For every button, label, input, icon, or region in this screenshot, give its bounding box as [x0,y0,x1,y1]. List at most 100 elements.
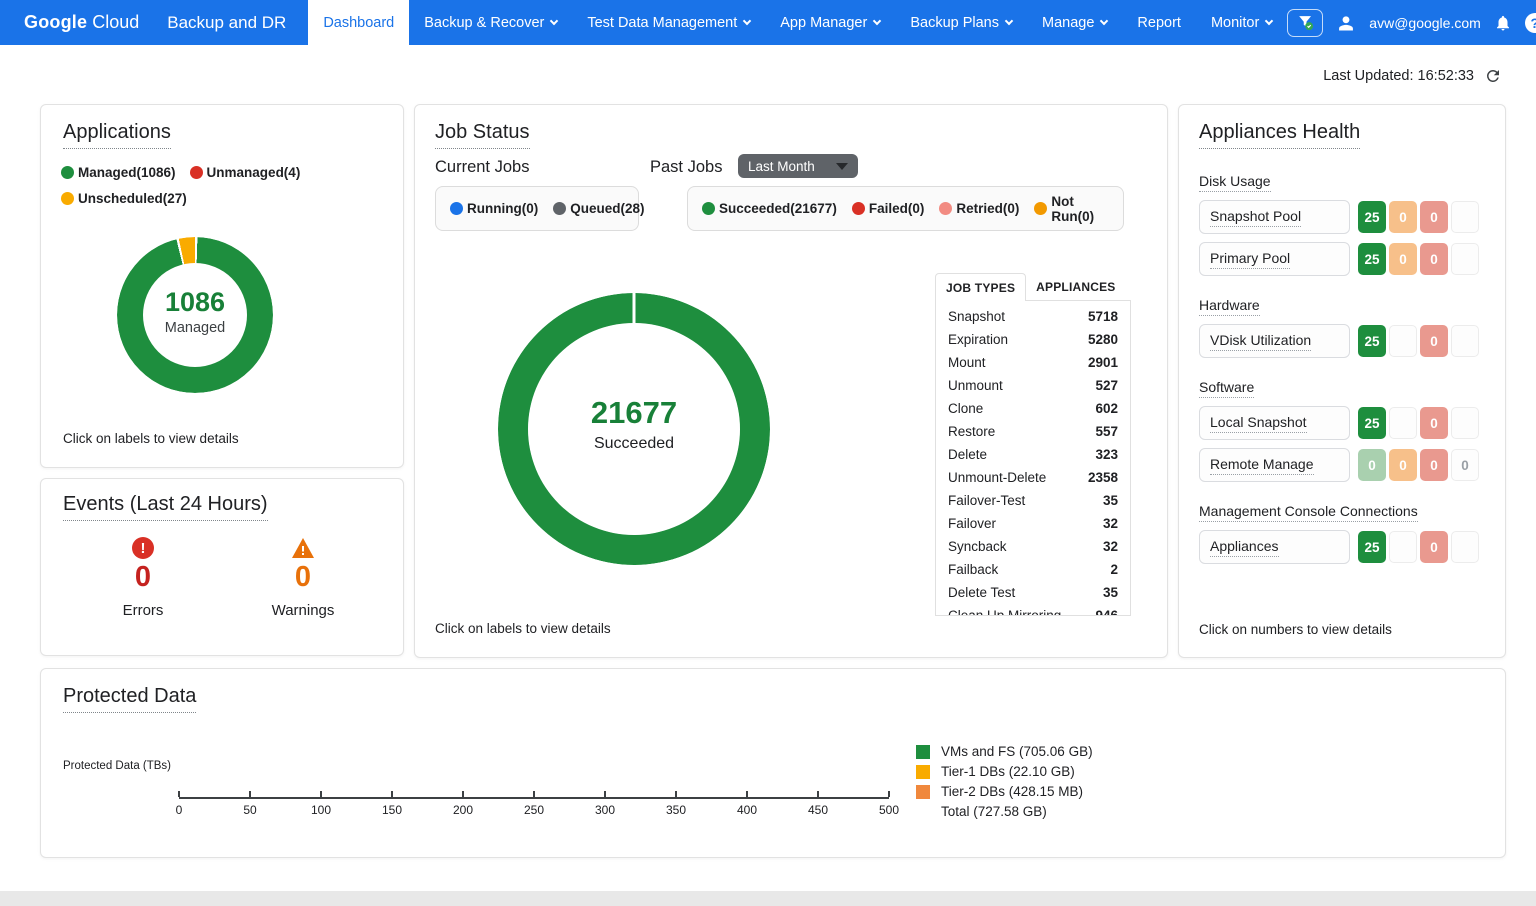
protected-data-x-axis: 0 50 100 150 200 250 300 350 400 450 500 [176,791,899,825]
health-badge[interactable]: 0 [1420,407,1448,439]
nav-item-dashboard[interactable]: Dashboard [308,0,410,45]
nav-item-manage[interactable]: Manage [1027,0,1122,45]
health-metric-name[interactable]: Snapshot Pool [1199,200,1350,234]
chevron-down-icon [873,16,882,25]
table-row[interactable]: Restore 557 [936,420,1130,443]
legend-item-vms-and-fs[interactable]: VMs and FS (705.06 GB) [916,744,1093,759]
health-badge[interactable] [1451,407,1479,439]
health-badge[interactable] [1451,243,1479,275]
succeeded-count: 21677 [590,395,678,430]
job-type-count: 2358 [1087,469,1118,485]
tick-mark [320,791,322,797]
nav-item-report[interactable]: Report [1122,0,1196,45]
health-badge[interactable] [1389,407,1417,439]
legend-label: Running(0) [467,201,539,216]
legend-item-tier2-dbs[interactable]: Tier-2 DBs (428.15 MB) [916,784,1093,799]
job-status-title: Job Status [435,121,530,149]
tier2-dbs-swatch-icon [916,784,930,799]
health-badge[interactable]: 0 [1451,449,1479,481]
legend-label: Tier-1 DBs (22.10 GB) [941,764,1075,779]
tab-job-types[interactable]: JOB TYPES [935,273,1027,301]
health-metric-name[interactable]: Primary Pool [1199,242,1350,276]
table-row[interactable]: Failback 2 [936,558,1130,581]
chevron-down-icon [1004,16,1014,25]
table-row[interactable]: Mount 2901 [936,351,1130,374]
health-badge[interactable] [1451,531,1479,563]
legend-item-failed[interactable]: Failed(0) [851,201,924,216]
period-selected-value: Last Month [748,158,815,174]
nav-item-app-manager[interactable]: App Manager [765,0,895,45]
nav-item-monitor[interactable]: Monitor [1196,0,1287,45]
health-badge[interactable]: 25 [1358,407,1386,439]
table-row[interactable]: Delete 323 [936,443,1130,466]
table-row[interactable]: Failover 32 [936,512,1130,535]
table-row[interactable]: Snapshot 5718 [936,305,1130,328]
health-metric-name[interactable]: Remote Manage [1199,448,1350,482]
health-badge[interactable]: 0 [1358,449,1386,481]
health-metric-name[interactable]: Local Snapshot [1199,406,1350,440]
health-badge[interactable]: 25 [1358,243,1386,275]
legend-item-succeeded[interactable]: Succeeded(21677) [702,201,837,216]
health-badge[interactable] [1451,201,1479,233]
health-badge[interactable]: 0 [1420,243,1448,275]
health-badge[interactable]: 25 [1358,201,1386,233]
filter-funnel-button[interactable] [1287,8,1324,37]
tier1-dbs-swatch-icon [916,764,930,779]
protected-data-title: Protected Data [63,685,197,713]
health-badge[interactable]: 0 [1420,449,1448,481]
tick-mark [888,791,890,797]
refresh-icon[interactable] [1484,67,1502,85]
chevron-down-icon [550,16,559,25]
health-badge[interactable]: 25 [1358,531,1386,563]
health-badge[interactable]: 0 [1420,531,1448,563]
table-row[interactable]: Unmount 527 [936,374,1130,397]
health-metric-name[interactable]: VDisk Utilization [1199,324,1350,358]
past-jobs-period-dropdown[interactable]: Last Month [738,154,858,178]
table-row[interactable]: Delete Test 35 [936,581,1130,604]
tick-mark [675,791,677,797]
health-badge[interactable]: 25 [1358,325,1386,357]
legend-item-retried[interactable]: Retried(0) [939,201,1019,216]
health-metric-name[interactable]: Appliances [1199,530,1350,564]
health-row-local-snapshot: Local Snapshot 25 0 [1199,406,1485,440]
notifications-bell-icon[interactable] [1494,14,1512,32]
managed-dot-icon [61,166,74,179]
table-row[interactable]: Syncback 32 [936,535,1130,558]
health-badge[interactable] [1451,325,1479,357]
health-badge[interactable] [1389,531,1417,563]
user-avatar-icon[interactable] [1336,13,1356,33]
legend-item-unscheduled[interactable]: Unscheduled(27) [61,191,187,206]
health-badge[interactable]: 0 [1420,201,1448,233]
warnings-count: 0 [294,561,312,593]
table-row[interactable]: Clone 602 [936,397,1130,420]
health-badge[interactable]: 0 [1389,243,1417,275]
applications-card: Applications Managed(1086) Unmanaged(4) … [40,104,404,468]
nav-item-backup-plans[interactable]: Backup Plans [895,0,1027,45]
legend-item-tier1-dbs[interactable]: Tier-1 DBs (22.10 GB) [916,764,1093,779]
legend-item-running[interactable]: Running(0) [450,201,538,216]
health-badge[interactable]: 0 [1420,325,1448,357]
legend-item-not-run[interactable]: Not Run(0) [1034,194,1109,224]
tab-appliances[interactable]: APPLIANCES [1026,273,1125,301]
table-row[interactable]: Expiration 5280 [936,328,1130,351]
queued-dot-icon [553,202,567,215]
health-badge[interactable] [1389,325,1417,357]
nav-item-test-data-management[interactable]: Test Data Management [572,0,765,45]
errors-count: 0 [134,561,152,593]
table-row[interactable]: Unmount-Delete 2358 [936,466,1130,489]
nav-item-backup-and-recover[interactable]: Backup & Recover [409,0,572,45]
protected-data-axis-label: Protected Data (TBs) [63,760,172,772]
job-type-label: Unmount [948,377,1003,393]
protected-data-card: Protected Data Protected Data (TBs) 0 50… [40,668,1506,858]
health-badge[interactable]: 0 [1389,201,1417,233]
legend-item-queued[interactable]: Queued(28) [553,201,645,216]
user-email[interactable]: avw@google.com [1369,15,1481,31]
health-badge[interactable]: 0 [1389,449,1417,481]
table-row[interactable]: Failover-Test 35 [936,489,1130,512]
table-row[interactable]: Clean Up Mirroring 946 [936,604,1130,616]
warnings-block[interactable]: 0 Warnings [243,537,363,619]
help-icon[interactable]: ? [1524,12,1536,33]
legend-item-managed[interactable]: Managed(1086) [61,165,176,180]
legend-item-unmanaged[interactable]: Unmanaged(4) [189,165,300,180]
errors-block[interactable]: ! 0 Errors [83,537,203,619]
